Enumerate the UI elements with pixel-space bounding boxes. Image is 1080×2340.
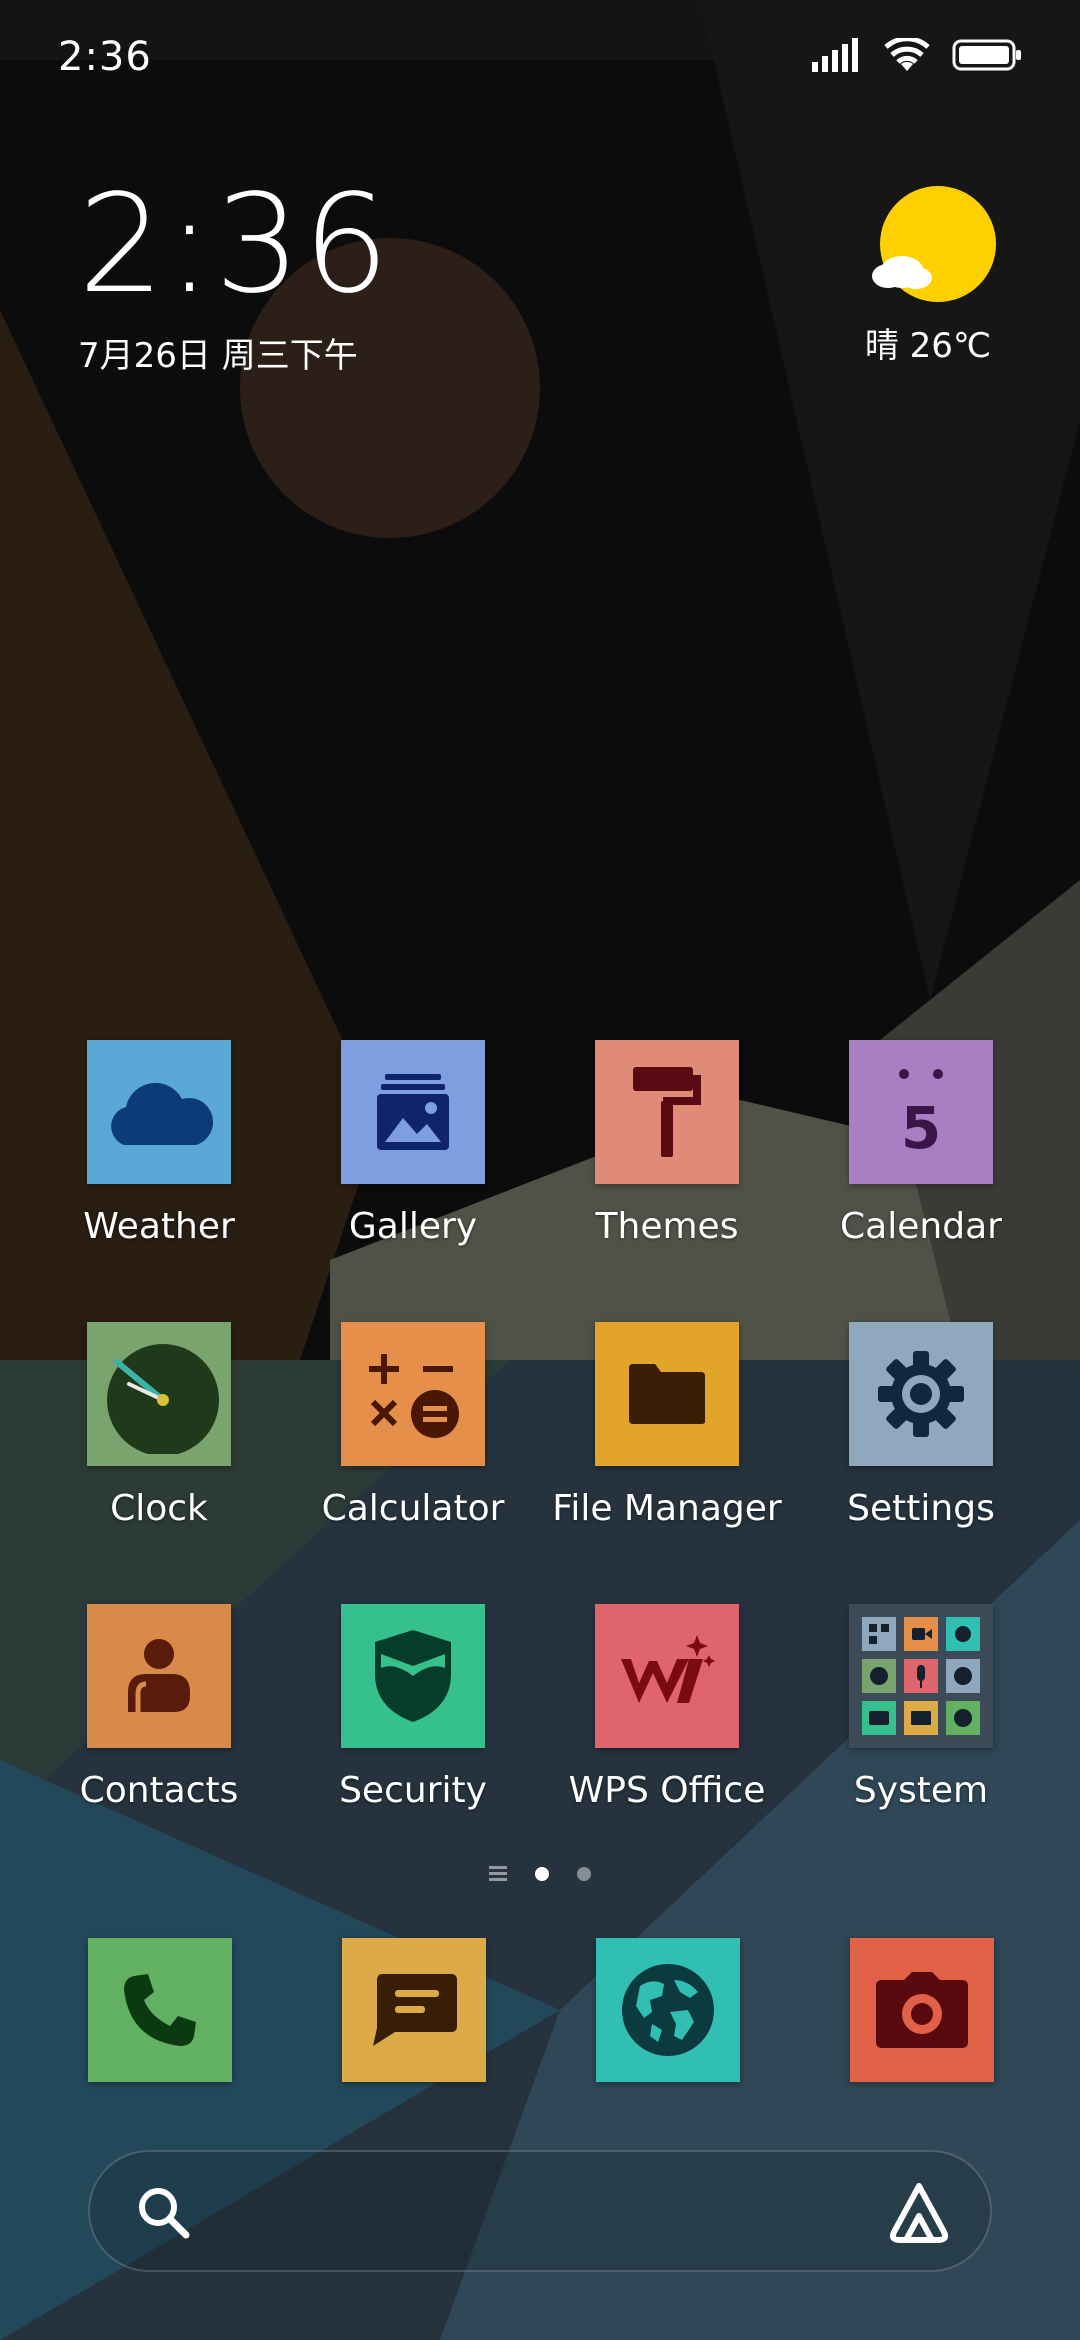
gallery-icon xyxy=(377,1074,449,1150)
app-label: Contacts xyxy=(79,1770,239,1811)
app-gallery[interactable]: Gallery xyxy=(286,1040,540,1247)
wifi-icon xyxy=(884,38,930,71)
app-tile[interactable] xyxy=(849,1322,993,1466)
dock xyxy=(0,1938,1080,2082)
gear-icon xyxy=(878,1351,964,1437)
calendar-badge: 5 xyxy=(901,1094,941,1162)
app-calculator[interactable]: Calculator xyxy=(286,1322,540,1529)
app-label: Gallery xyxy=(348,1206,478,1247)
camera-icon xyxy=(876,1972,968,2048)
calculator-icon xyxy=(369,1354,459,1438)
app-tile[interactable] xyxy=(341,1040,485,1184)
app-security[interactable]: Security xyxy=(286,1604,540,1811)
app-label: Security xyxy=(339,1770,487,1811)
app-label: System xyxy=(853,1770,989,1811)
status-time: 2:36 xyxy=(58,34,152,80)
folder-icon xyxy=(629,1364,705,1424)
page-indicator xyxy=(0,1866,1080,1882)
clock-widget[interactable]: 2:36 7月26日 周三下午 xyxy=(78,170,391,377)
app-settings[interactable]: Settings xyxy=(794,1322,1048,1529)
app-wps-office[interactable]: WPS Office xyxy=(540,1604,794,1811)
app-tile[interactable] xyxy=(341,1322,485,1466)
app-tile[interactable] xyxy=(87,1040,231,1184)
battery-icon xyxy=(952,39,1021,71)
app-label: Calendar xyxy=(840,1206,1002,1247)
app-calendar[interactable]: 5 Calendar xyxy=(794,1040,1048,1247)
menu-lines-icon[interactable] xyxy=(489,1866,507,1882)
folder-grid-icon xyxy=(862,1617,980,1735)
app-weather[interactable]: Weather xyxy=(32,1040,286,1247)
app-label: File Manager xyxy=(552,1488,782,1529)
search-bar[interactable] xyxy=(88,2150,992,2272)
app-file-manager[interactable]: File Manager xyxy=(540,1322,794,1529)
person-icon xyxy=(128,1639,190,1712)
message-icon xyxy=(373,1974,457,2046)
app-label: Settings xyxy=(847,1488,995,1529)
sunny-cloud-icon xyxy=(872,186,996,302)
page-dot-1[interactable] xyxy=(535,1867,549,1881)
assistant-icon[interactable] xyxy=(886,2180,952,2246)
app-label: Weather xyxy=(83,1206,235,1247)
status-bar: 2:36 xyxy=(0,0,1080,120)
clock-time: 2:36 xyxy=(78,166,392,324)
app-clock[interactable]: Clock xyxy=(32,1322,286,1529)
cloud-icon xyxy=(111,1082,214,1145)
weather-widget[interactable]: 晴 26℃ xyxy=(858,186,998,367)
app-tile[interactable] xyxy=(341,1604,485,1748)
weather-text: 晴 26℃ xyxy=(864,326,992,366)
page-dot-2[interactable] xyxy=(577,1867,591,1881)
app-label: Clock xyxy=(110,1488,208,1529)
shield-icon xyxy=(375,1630,451,1722)
app-system-folder[interactable]: System xyxy=(794,1604,1048,1811)
dock-browser[interactable] xyxy=(596,1938,740,2082)
phone-icon xyxy=(124,1974,196,2046)
app-tile[interactable] xyxy=(595,1322,739,1466)
app-tile[interactable]: 5 xyxy=(849,1040,993,1184)
signal-icon xyxy=(812,38,858,72)
dock-phone[interactable] xyxy=(88,1938,232,2082)
status-icons xyxy=(812,38,1022,72)
app-tile[interactable] xyxy=(87,1322,231,1466)
dock-camera[interactable] xyxy=(850,1938,994,2082)
calendar-icon: 5 xyxy=(899,1069,943,1162)
globe-icon xyxy=(622,1964,714,2056)
app-tile[interactable] xyxy=(849,1604,993,1748)
app-label: Calculator xyxy=(321,1488,505,1529)
wps-icon xyxy=(621,1635,715,1703)
app-contacts[interactable]: Contacts xyxy=(32,1604,286,1811)
app-label: WPS Office xyxy=(568,1770,766,1811)
app-label: Themes xyxy=(595,1206,739,1247)
search-icon[interactable] xyxy=(134,2183,194,2243)
clock-date: 7月26日 周三下午 xyxy=(78,336,358,376)
app-tile[interactable] xyxy=(87,1604,231,1748)
app-tile[interactable] xyxy=(595,1040,739,1184)
app-themes[interactable]: Themes xyxy=(540,1040,794,1247)
app-tile[interactable] xyxy=(595,1604,739,1748)
clock-icon xyxy=(107,1344,219,1454)
dock-messages[interactable] xyxy=(342,1938,486,2082)
paint-roller-icon xyxy=(633,1067,701,1157)
